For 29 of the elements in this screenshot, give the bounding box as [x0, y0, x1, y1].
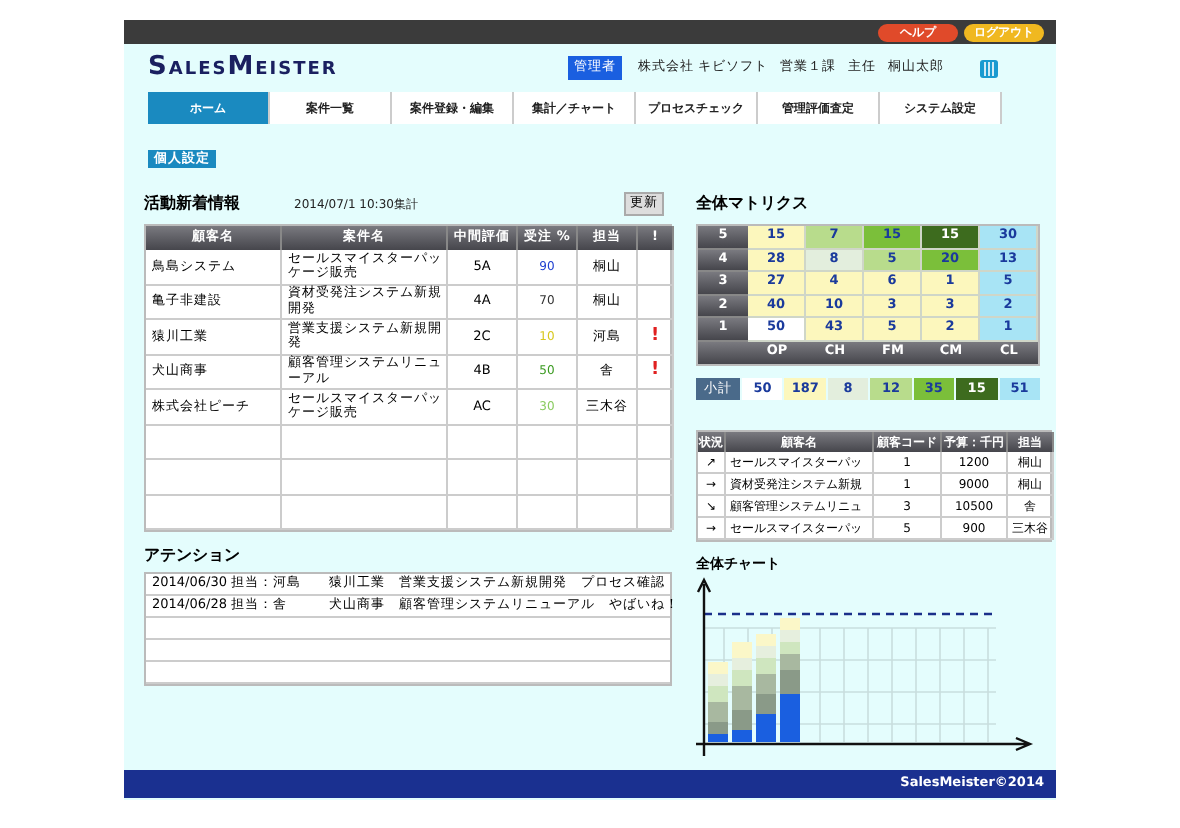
empty-cell [448, 460, 518, 495]
empty-cell [638, 460, 674, 495]
empty-cell [146, 495, 282, 530]
empty-cell [638, 425, 674, 460]
empty-cell [638, 285, 674, 320]
section-title: 活動新着情報 [144, 192, 242, 216]
alert-mark: ! [638, 320, 674, 355]
section-title: 全体マトリクス [696, 192, 810, 216]
alert-mark: ! [638, 355, 674, 390]
empty-cell [448, 495, 518, 530]
corner-cell [698, 341, 748, 364]
empty-cell [448, 425, 518, 460]
book-icon[interactable] [978, 57, 1000, 79]
bar-segment [756, 713, 776, 741]
section-title: アテンション [144, 544, 242, 568]
empty-cell [518, 460, 578, 495]
empty-cell [578, 460, 638, 495]
empty-cell [518, 495, 578, 530]
empty-cell [146, 460, 282, 495]
bar-segment [756, 693, 776, 713]
bar-segment [756, 673, 776, 693]
empty-cell [146, 425, 282, 460]
empty-cell [578, 495, 638, 530]
empty-cell [638, 390, 674, 425]
empty-cell [638, 250, 674, 285]
logo: SalesMeister [148, 50, 340, 87]
empty-cell [638, 495, 674, 530]
empty-cell [578, 425, 638, 460]
empty-cell [518, 425, 578, 460]
